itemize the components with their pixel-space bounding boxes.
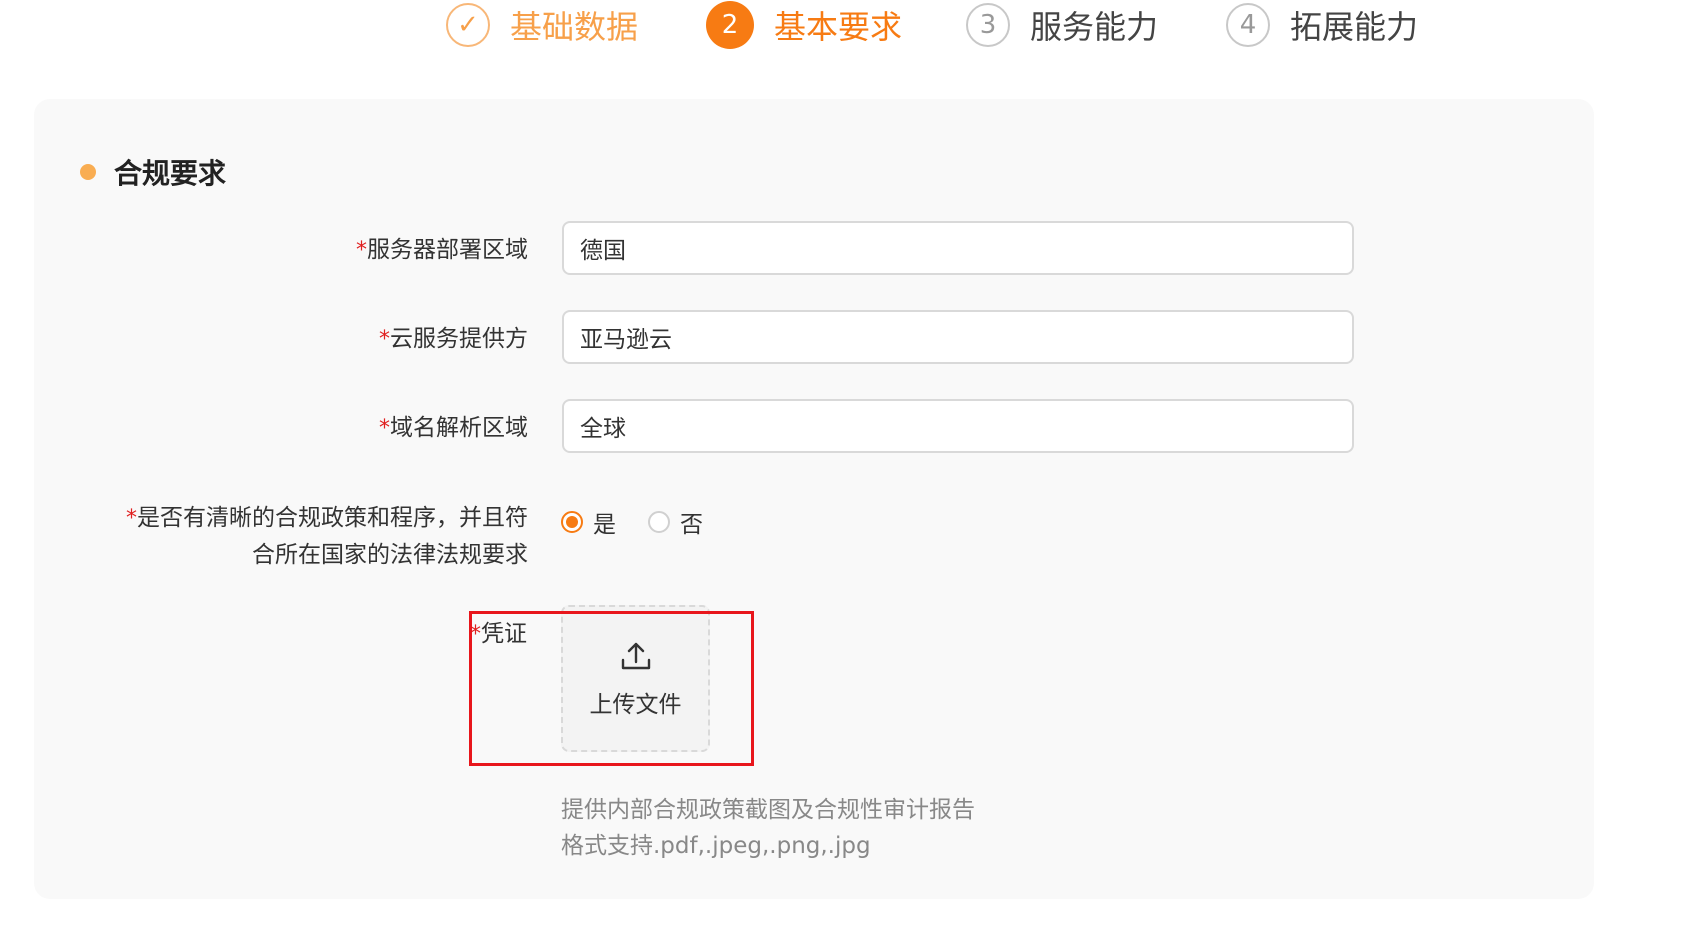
step-extended-capability[interactable]: 4 拓展能力	[1226, 0, 1418, 50]
required-mark: *	[379, 327, 390, 352]
upload-label: 上传文件	[589, 691, 682, 718]
radio-unchecked-icon[interactable]	[648, 511, 670, 533]
step-label: 基本要求	[774, 8, 903, 46]
server-region-label: *服务器部署区域	[356, 237, 528, 263]
upload-hint: 提供内部合规政策截图及合规性审计报告	[561, 797, 975, 823]
steps-bar: ✓ 基础数据 2 基本要求 3 服务能力 4 拓展能力	[0, 0, 1568, 60]
cloud-provider-field[interactable]: 亚马逊云	[562, 310, 1354, 364]
radio-checked-icon[interactable]	[561, 511, 583, 533]
upload-file-button[interactable]: 上传文件	[561, 605, 710, 752]
bullet-dot-icon	[80, 164, 96, 180]
section-title: 合规要求	[114, 157, 227, 190]
server-region-value: 德国	[580, 238, 626, 264]
compliance-policy-label: *是否有清晰的合规政策和程序，并且符 合所在国家的法律法规要求	[126, 505, 528, 568]
step-label: 基础数据	[510, 8, 639, 46]
dns-region-field[interactable]: 全球	[562, 399, 1354, 453]
required-mark: *	[356, 238, 367, 263]
compliance-policy-radio-group: 是 否	[561, 505, 735, 539]
dns-region-label: *域名解析区域	[379, 415, 528, 441]
certificate-label: *凭证	[470, 621, 527, 647]
upload-icon	[621, 642, 650, 669]
step-number: 4	[1226, 3, 1270, 47]
form-panel	[34, 99, 1594, 899]
upload-format-hint: 格式支持.pdf,.jpeg,.png,.jpg	[561, 833, 871, 859]
radio-no[interactable]: 否	[648, 505, 703, 539]
step-label: 拓展能力	[1290, 8, 1419, 46]
cloud-provider-value: 亚马逊云	[580, 327, 672, 353]
server-region-field[interactable]: 德国	[562, 221, 1354, 275]
section-header: 合规要求	[80, 152, 226, 192]
dns-region-value: 全球	[580, 416, 626, 442]
step-number: 3	[966, 3, 1010, 47]
required-mark: *	[379, 416, 390, 441]
step-basic-data[interactable]: ✓ 基础数据	[446, 0, 638, 50]
step-number: 2	[706, 1, 754, 49]
step-label: 服务能力	[1030, 8, 1159, 46]
step-service-capability[interactable]: 3 服务能力	[966, 0, 1158, 50]
check-icon: ✓	[446, 3, 490, 47]
radio-yes[interactable]: 是	[561, 505, 616, 539]
step-basic-requirements[interactable]: 2 基本要求	[706, 0, 902, 50]
cloud-provider-label: *云服务提供方	[379, 326, 528, 352]
required-mark: *	[470, 622, 481, 647]
required-mark: *	[126, 506, 137, 531]
